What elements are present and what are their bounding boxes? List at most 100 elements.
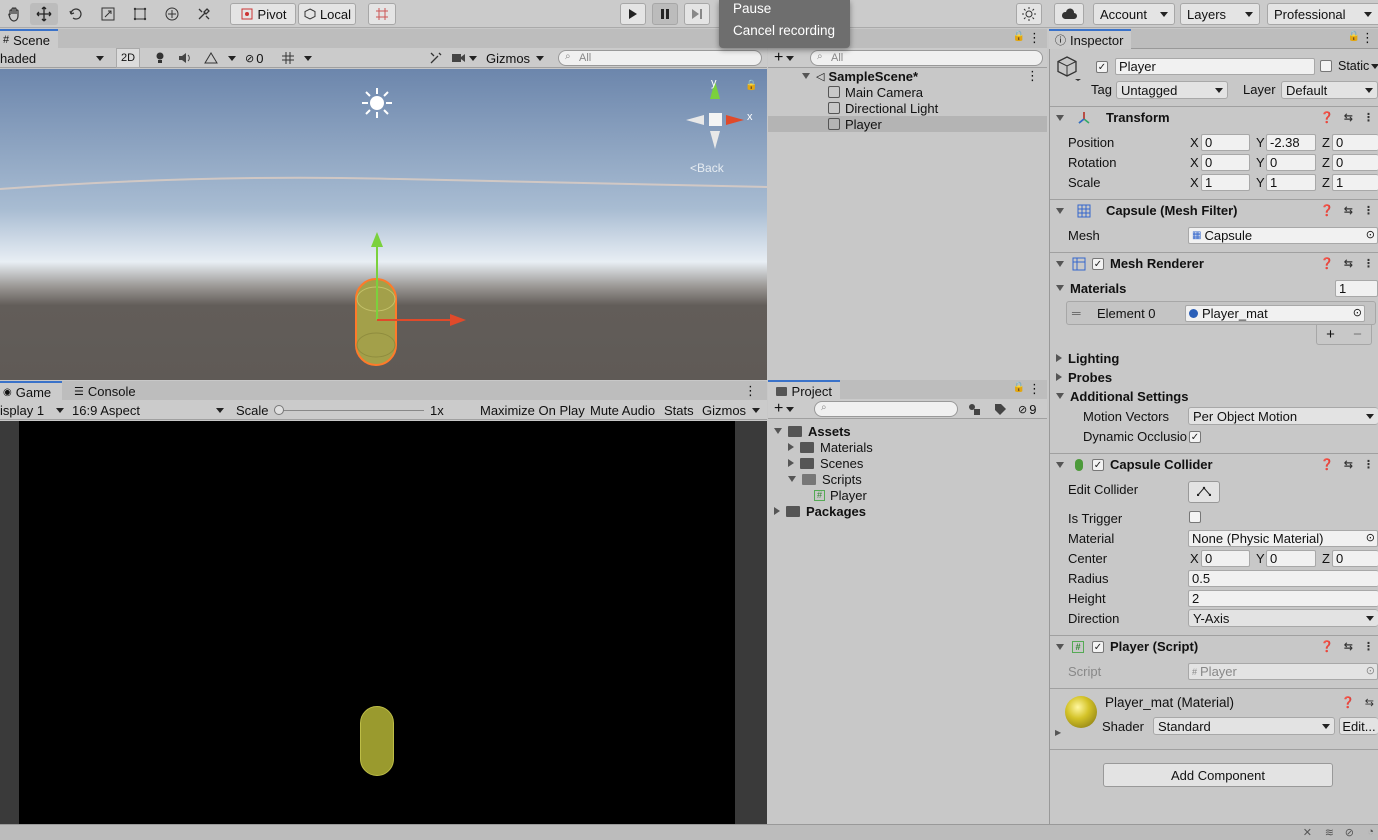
- stats-toggle[interactable]: Stats: [664, 400, 694, 420]
- kebab-menu-icon[interactable]: ⋮: [1026, 68, 1039, 84]
- hand-tool-icon[interactable]: [2, 3, 26, 25]
- auto-generate-lighting-icon[interactable]: ⊘: [1345, 826, 1354, 839]
- motion-vectors-dropdown[interactable]: Per Object Motion: [1188, 407, 1378, 425]
- menu-item-cancel-recording[interactable]: Cancel recording: [733, 23, 835, 38]
- progress-icon[interactable]: ◔: [1367, 826, 1374, 838]
- lock-icon[interactable]: 🔒: [1013, 382, 1025, 393]
- project-folder-packages[interactable]: Packages: [774, 503, 866, 519]
- game-gizmos-dropdown[interactable]: Gizmos: [702, 400, 761, 420]
- project-folder-scenes[interactable]: Scenes: [788, 455, 863, 471]
- presets-icon[interactable]: ⇆: [1365, 696, 1374, 709]
- scale-slider-track[interactable]: [278, 410, 424, 411]
- tab-inspector[interactable]: ⓘ Inspector: [1049, 29, 1131, 49]
- tab-project[interactable]: Project: [768, 380, 840, 400]
- position-y-field[interactable]: -2.38: [1266, 134, 1316, 151]
- layout-dropdown[interactable]: Professional: [1267, 3, 1378, 25]
- directional-light-icon[interactable]: [360, 86, 394, 123]
- presets-icon[interactable]: ⇆: [1344, 111, 1353, 124]
- custom-tools-icon[interactable]: [190, 3, 218, 25]
- play-button[interactable]: [620, 3, 646, 25]
- scene-root-item[interactable]: ◁ SampleScene* ⋮: [802, 68, 1047, 84]
- hidden-packages-toggle[interactable]: ⊘ 9: [1018, 399, 1046, 419]
- debug-icon[interactable]: ✕: [1303, 826, 1312, 839]
- drag-handle-icon[interactable]: ═: [1072, 306, 1081, 320]
- foldout-arrow-icon[interactable]: ▶: [1055, 728, 1061, 737]
- project-folder-materials[interactable]: Materials: [788, 439, 873, 455]
- hierarchy-item-directional-light[interactable]: Directional Light: [828, 100, 938, 116]
- shading-mode-dropdown[interactable]: haded: [0, 48, 108, 68]
- scale-y-field[interactable]: 1: [1266, 174, 1316, 191]
- lighting-toggle-icon[interactable]: [152, 48, 168, 68]
- tab-scene[interactable]: # Scene: [0, 29, 58, 49]
- edit-shader-button[interactable]: Edit...: [1339, 717, 1378, 735]
- help-icon[interactable]: ❓: [1320, 111, 1334, 124]
- kebab-menu-icon[interactable]: ⋮: [1363, 204, 1374, 217]
- filter-by-label-icon[interactable]: [992, 399, 1008, 419]
- kebab-menu-icon[interactable]: ⋮: [1361, 30, 1374, 46]
- project-search-input[interactable]: ⌕: [814, 401, 958, 417]
- materials-foldout[interactable]: Materials: [1056, 279, 1126, 297]
- layers-dropdown[interactable]: Layers: [1180, 3, 1260, 25]
- position-x-field[interactable]: 0: [1201, 134, 1250, 151]
- layer-dropdown[interactable]: Default: [1281, 81, 1378, 99]
- snap-toggle[interactable]: [368, 3, 396, 25]
- player-capsule-selected[interactable]: [354, 229, 474, 369]
- transform-header[interactable]: Transform ❓ ⇆ ⋮: [1050, 106, 1378, 128]
- project-item-player-script[interactable]: # Player: [814, 487, 867, 503]
- materials-count-field[interactable]: 1: [1335, 280, 1378, 297]
- camera-dropdown[interactable]: [452, 48, 480, 68]
- aspect-dropdown[interactable]: 16:9 Aspect: [72, 400, 228, 420]
- dynamic-occlusion-checkbox[interactable]: ✓: [1189, 429, 1201, 443]
- tab-game[interactable]: ◉ Game: [0, 381, 62, 401]
- pause-button[interactable]: [652, 3, 678, 25]
- cloud-button[interactable]: [1054, 3, 1084, 25]
- edit-collider-button[interactable]: [1188, 481, 1220, 503]
- help-icon[interactable]: ❓: [1320, 204, 1334, 217]
- project-folder-scripts[interactable]: Scripts: [788, 471, 862, 487]
- help-icon[interactable]: ❓: [1341, 696, 1355, 709]
- mute-audio-toggle[interactable]: Mute Audio: [590, 400, 655, 420]
- capsule-collider-header[interactable]: ✓ Capsule Collider ❓ ⇆ ⋮: [1050, 453, 1378, 475]
- is-trigger-checkbox[interactable]: [1189, 511, 1201, 526]
- grid-dropdown[interactable]: [302, 48, 314, 68]
- mesh-object-field[interactable]: ▦ Capsule ⊙: [1188, 227, 1378, 244]
- help-icon[interactable]: ❓: [1320, 458, 1334, 471]
- tag-dropdown[interactable]: Untagged: [1116, 81, 1228, 99]
- lighting-foldout[interactable]: Lighting: [1056, 349, 1119, 367]
- hidden-objects-toggle[interactable]: ⊘ 0: [245, 48, 273, 68]
- position-z-field[interactable]: 0: [1332, 134, 1378, 151]
- create-dropdown[interactable]: +: [774, 48, 802, 68]
- mesh-filter-header[interactable]: Capsule (Mesh Filter) ❓ ⇆ ⋮: [1050, 199, 1378, 221]
- additional-settings-foldout[interactable]: Additional Settings: [1056, 387, 1188, 405]
- rotation-y-field[interactable]: 0: [1266, 154, 1316, 171]
- presets-icon[interactable]: ⇆: [1344, 204, 1353, 217]
- add-component-button[interactable]: Add Component: [1103, 763, 1333, 787]
- component-enabled-checkbox[interactable]: ✓: [1092, 458, 1104, 471]
- rotate-tool-icon[interactable]: [62, 3, 90, 25]
- scale-slider-thumb[interactable]: [274, 405, 284, 415]
- scale-tool-icon[interactable]: [94, 3, 122, 25]
- help-icon[interactable]: ❓: [1320, 257, 1334, 270]
- mesh-renderer-header[interactable]: ✓ Mesh Renderer ❓ ⇆ ⋮: [1050, 252, 1378, 274]
- lock-icon[interactable]: 🔒: [745, 80, 757, 91]
- display-dropdown[interactable]: isplay 1: [0, 400, 66, 420]
- hierarchy-search-input[interactable]: ⌕ All: [810, 50, 1043, 66]
- center-y-field[interactable]: 0: [1266, 550, 1316, 567]
- kebab-menu-icon[interactable]: ⋮: [1363, 640, 1374, 653]
- static-toggle[interactable]: Static: [1320, 59, 1378, 73]
- radius-field[interactable]: 0.5: [1188, 570, 1378, 587]
- orientation-gizmo[interactable]: y x: [684, 77, 754, 159]
- center-z-field[interactable]: 0: [1332, 550, 1378, 567]
- effects-toggle-icon[interactable]: [202, 48, 220, 68]
- tools-icon[interactable]: [428, 48, 444, 68]
- scene-gizmos-dropdown[interactable]: Gizmos: [486, 48, 548, 68]
- probes-foldout[interactable]: Probes: [1056, 368, 1112, 386]
- transform-tool-icon[interactable]: [158, 3, 186, 25]
- local-toggle[interactable]: Local: [298, 3, 356, 25]
- height-field[interactable]: 2: [1188, 590, 1378, 607]
- active-checkbox[interactable]: ✓: [1096, 59, 1108, 73]
- direction-dropdown[interactable]: Y-Axis: [1188, 609, 1378, 627]
- object-picker-icon[interactable]: ⊙: [1353, 306, 1362, 319]
- presets-icon[interactable]: ⇆: [1344, 640, 1353, 653]
- scene-search-input[interactable]: ⌕ All: [558, 50, 762, 66]
